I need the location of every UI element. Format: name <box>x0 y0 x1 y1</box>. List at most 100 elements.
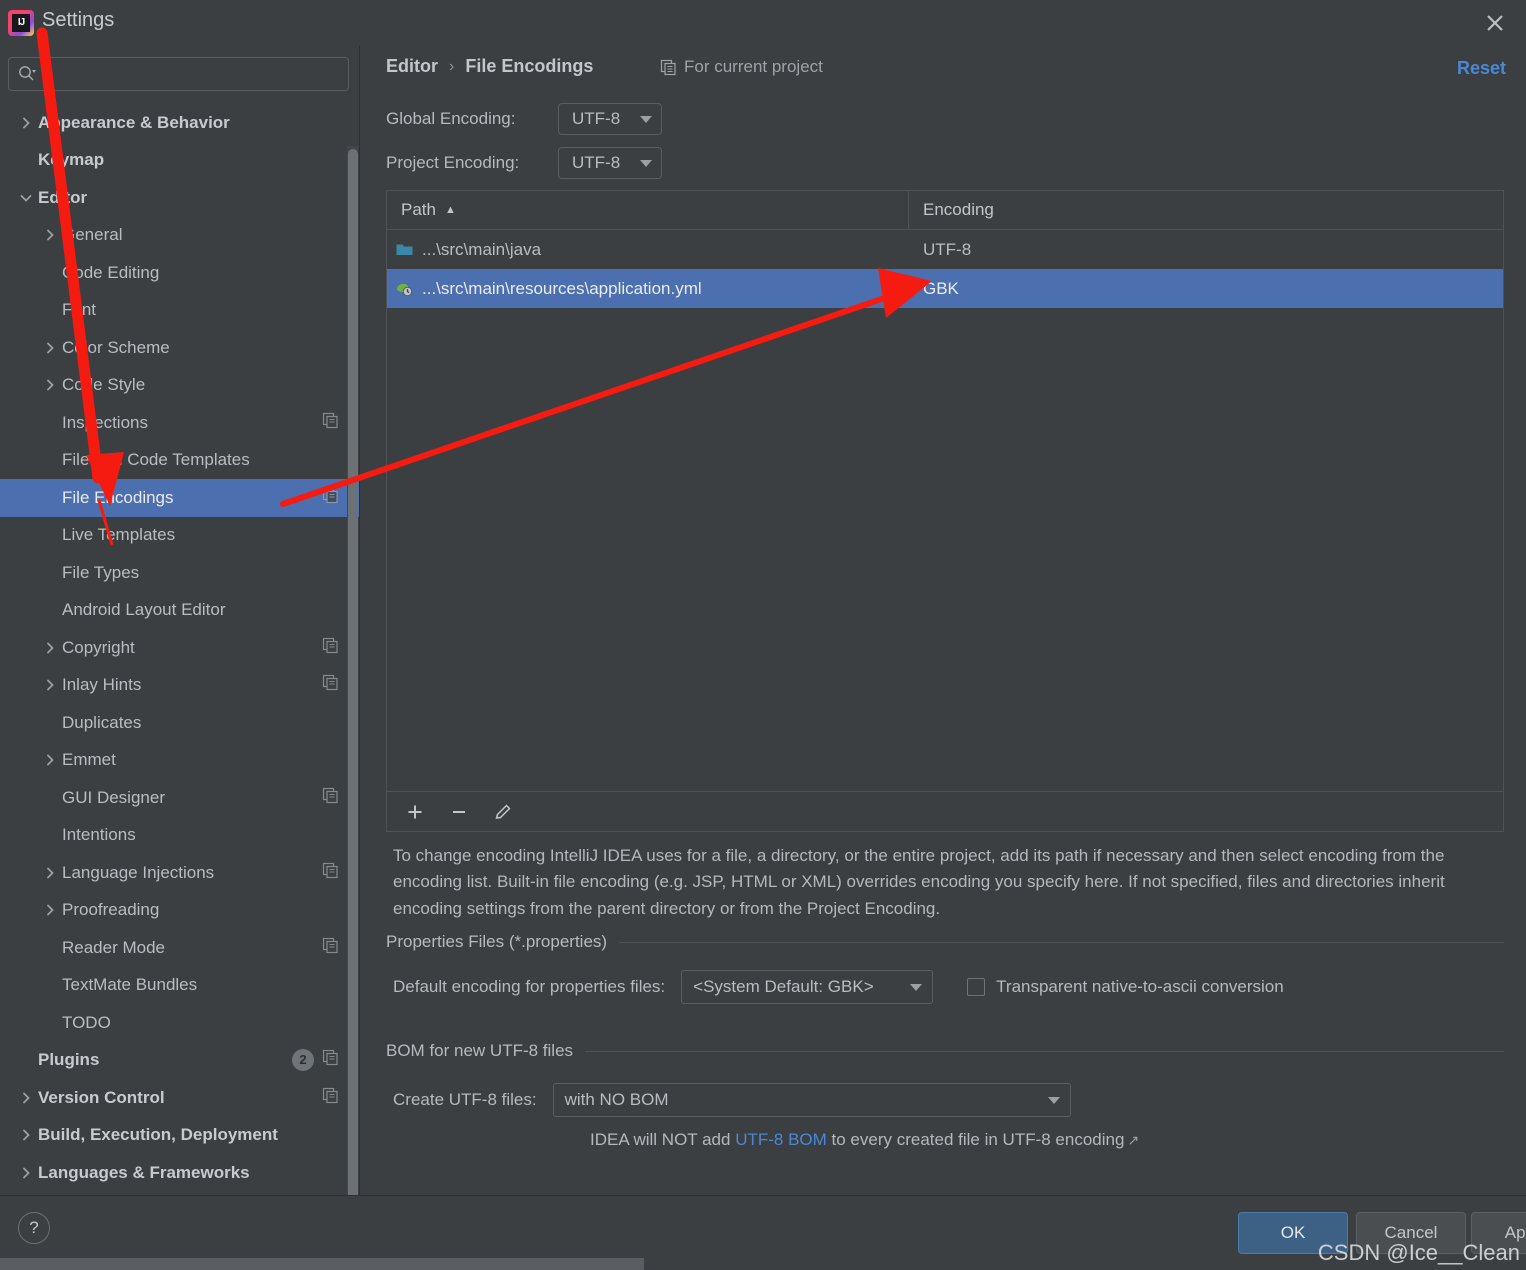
table-cell-encoding[interactable]: GBK <box>909 279 1503 299</box>
sidebar-item-duplicates[interactable]: Duplicates <box>0 704 359 742</box>
sidebar-item-inlay-hints[interactable]: Inlay Hints <box>0 667 359 705</box>
copy-scope-icon[interactable] <box>322 412 344 434</box>
sidebar-item-font[interactable]: Font <box>0 292 359 330</box>
close-icon[interactable] <box>1478 6 1512 40</box>
chevron-right-icon[interactable] <box>42 377 58 393</box>
sidebar-item-code-editing[interactable]: Code Editing <box>0 254 359 292</box>
default-properties-encoding-value: <System Default: GBK> <box>693 977 874 996</box>
sidebar-item-file-encodings[interactable]: File Encodings <box>0 479 359 517</box>
chevron-right-icon[interactable] <box>18 1127 34 1143</box>
project-encoding-row: Project Encoding: UTF-8 <box>386 147 662 179</box>
utf8-bom-link[interactable]: UTF-8 BOM <box>735 1130 827 1149</box>
add-button[interactable] <box>401 798 429 826</box>
copy-scope-icon[interactable] <box>322 487 344 509</box>
reset-link[interactable]: Reset <box>1457 58 1506 79</box>
breadcrumb-parent[interactable]: Editor <box>386 56 438 77</box>
chevron-right-icon[interactable] <box>42 340 58 356</box>
chevron-right-icon[interactable] <box>42 640 58 656</box>
table-cell-path: ...\src\main\resources\application.yml <box>387 279 909 299</box>
sidebar-item-gui-designer[interactable]: GUI Designer <box>0 779 359 817</box>
column-header-encoding[interactable]: Encoding <box>909 191 1503 229</box>
transparent-conversion-checkbox[interactable] <box>967 978 986 996</box>
chevron-right-icon[interactable] <box>42 902 58 918</box>
sidebar-item-intentions[interactable]: Intentions <box>0 817 359 855</box>
column-header-path[interactable]: Path ▲ <box>387 191 909 229</box>
title-bar: IJ Settings <box>0 0 1526 46</box>
chevron-down-icon <box>640 159 652 167</box>
table-cell-encoding[interactable]: UTF-8 <box>909 240 1503 260</box>
breadcrumb-separator-icon: › <box>449 57 455 75</box>
sidebar-scrollbar-thumb[interactable] <box>348 149 358 1195</box>
window-title: Settings <box>42 9 115 31</box>
sidebar-item-label: Build, Execution, Deployment <box>38 1125 278 1145</box>
transparent-conversion-label: Transparent native-to-ascii conversion <box>996 977 1284 996</box>
project-encoding-value: UTF-8 <box>572 153 621 172</box>
sidebar-item-live-templates[interactable]: Live Templates <box>0 517 359 555</box>
bom-note: IDEA will NOT add UTF-8 BOM to every cre… <box>590 1130 1139 1150</box>
copy-scope-icon[interactable] <box>322 1049 344 1071</box>
sidebar-item-todo[interactable]: TODO <box>0 1004 359 1042</box>
sidebar-item-editor[interactable]: Editor <box>0 179 359 217</box>
chevron-down-icon <box>910 983 923 991</box>
chevron-right-icon[interactable] <box>18 1165 34 1181</box>
sidebar-item-general[interactable]: General <box>0 217 359 255</box>
sidebar-item-language-injections[interactable]: Language Injections <box>0 854 359 892</box>
chevron-right-icon[interactable] <box>42 752 58 768</box>
table-row[interactable]: ...\src\main\resources\application.yml GB… <box>387 269 1503 308</box>
chevron-down-icon[interactable] <box>18 190 34 206</box>
transparent-conversion-row[interactable]: Transparent native-to-ascii conversion <box>967 977 1284 997</box>
search-input[interactable] <box>37 65 348 83</box>
create-utf8-select[interactable]: with NO BOM <box>552 1083 1071 1117</box>
chevron-right-icon[interactable] <box>42 227 58 243</box>
sidebar-item-badge: 2 <box>292 1049 314 1072</box>
sidebar-item-label: File Encodings <box>62 487 174 507</box>
sidebar-item-plugins[interactable]: Plugins 2 <box>0 1042 359 1080</box>
sidebar-item-keymap[interactable]: Keymap <box>0 142 359 180</box>
sidebar-item-label: Version Control <box>38 1087 165 1107</box>
sidebar-item-android-layout-editor[interactable]: Android Layout Editor <box>0 592 359 630</box>
sidebar-item-proofreading[interactable]: Proofreading <box>0 892 359 930</box>
table-row[interactable]: ...\src\main\java UTF-8 <box>387 230 1503 269</box>
edit-button[interactable] <box>489 798 517 826</box>
sidebar-item-inspections[interactable]: Inspections <box>0 404 359 442</box>
table-toolbar <box>386 792 1504 832</box>
sidebar-item-label: Languages & Frameworks <box>38 1162 250 1182</box>
chevron-right-icon[interactable] <box>42 865 58 881</box>
sidebar-item-version-control[interactable]: Version Control <box>0 1079 359 1117</box>
help-button[interactable]: ? <box>18 1212 50 1244</box>
global-encoding-select[interactable]: UTF-8 <box>558 103 662 135</box>
sidebar-item-label: Intentions <box>62 825 136 845</box>
sidebar-item-appearance-behavior[interactable]: Appearance & Behavior <box>0 104 359 142</box>
copy-scope-icon[interactable] <box>322 637 344 659</box>
sidebar-item-code-style[interactable]: Code Style <box>0 367 359 405</box>
sidebar-item-label: Proofreading <box>62 900 160 920</box>
sidebar-item-copyright[interactable]: Copyright <box>0 629 359 667</box>
copy-scope-icon[interactable] <box>322 937 344 959</box>
project-encoding-select[interactable]: UTF-8 <box>558 147 662 179</box>
default-properties-encoding-select[interactable]: <System Default: GBK> <box>681 970 934 1004</box>
sidebar-item-file-types[interactable]: File Types <box>0 554 359 592</box>
sidebar-item-textmate-bundles[interactable]: TextMate Bundles <box>0 967 359 1005</box>
sidebar-item-file-and-code-templates[interactable]: File and Code Templates <box>0 442 359 480</box>
chevron-right-icon[interactable] <box>18 115 34 131</box>
sidebar-item-label: Duplicates <box>62 712 142 732</box>
sidebar-item-reader-mode[interactable]: Reader Mode <box>0 929 359 967</box>
sidebar-item-label: GUI Designer <box>62 787 165 807</box>
sidebar-item-label: TODO <box>62 1012 111 1032</box>
sidebar-item-emmet[interactable]: Emmet <box>0 742 359 780</box>
chevron-right-icon[interactable] <box>42 677 58 693</box>
chevron-right-icon[interactable] <box>18 1090 34 1106</box>
copy-scope-icon[interactable] <box>322 674 344 696</box>
global-encoding-label: Global Encoding: <box>386 109 516 128</box>
remove-button[interactable] <box>445 798 473 826</box>
copy-scope-icon[interactable] <box>322 1087 344 1109</box>
copy-scope-icon[interactable] <box>322 862 344 884</box>
sidebar-item-color-scheme[interactable]: Color Scheme <box>0 329 359 367</box>
sidebar-item-label: Keymap <box>38 150 105 170</box>
sidebar-item-languages-frameworks[interactable]: Languages & Frameworks <box>0 1154 359 1192</box>
search-box[interactable] <box>8 57 349 91</box>
sidebar-item-build-execution-deployment[interactable]: Build, Execution, Deployment <box>0 1117 359 1155</box>
copy-scope-icon[interactable] <box>322 787 344 809</box>
